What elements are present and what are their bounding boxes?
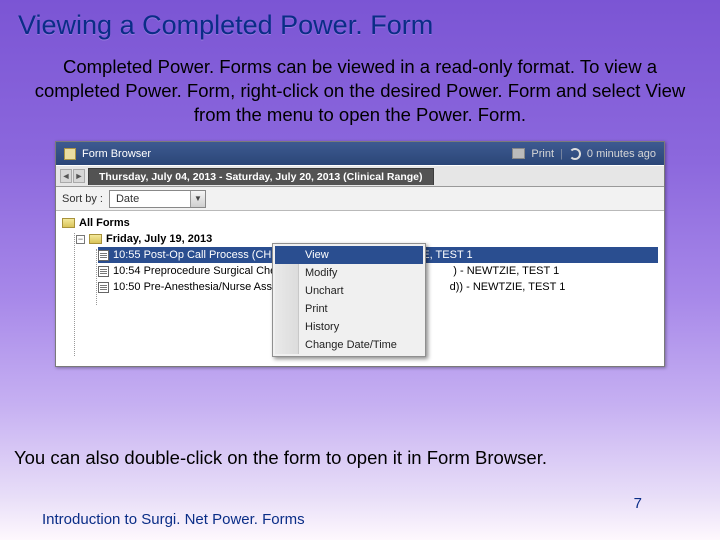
tab-bar: ◄ ► Thursday, July 04, 2013 - Saturday, … bbox=[56, 165, 664, 187]
tree-root[interactable]: All Forms bbox=[62, 215, 658, 231]
form-icon bbox=[98, 250, 109, 261]
window-title: Form Browser bbox=[82, 148, 151, 160]
menu-item-print[interactable]: Print bbox=[275, 300, 423, 318]
form-entry-tail: ) - NEWTZIE, TEST 1 bbox=[453, 265, 559, 277]
form-entry-label: 10:50 Pre-Anesthesia/Nurse Asses bbox=[113, 281, 284, 293]
sort-value: Date bbox=[110, 193, 190, 205]
form-entry-tail: d)) - NEWTZIE, TEST 1 bbox=[450, 281, 566, 293]
menu-item-history[interactable]: History bbox=[275, 318, 423, 336]
root-label: All Forms bbox=[79, 217, 130, 229]
titlebar: Form Browser Print | 0 minutes ago bbox=[56, 142, 664, 165]
bottom-paragraph: You can also double-click on the form to… bbox=[14, 447, 706, 469]
page-title: Viewing a Completed Power. Form bbox=[0, 0, 720, 47]
form-icon bbox=[98, 282, 109, 293]
context-menu: View Modify Unchart Print History Change… bbox=[272, 243, 426, 357]
print-icon[interactable] bbox=[512, 148, 525, 159]
sort-combo[interactable]: Date ▼ bbox=[109, 190, 206, 208]
date-group-label: Friday, July 19, 2013 bbox=[106, 233, 212, 245]
page-number: 7 bbox=[634, 495, 642, 512]
menu-item-unchart[interactable]: Unchart bbox=[275, 282, 423, 300]
sort-bar: Sort by : Date ▼ bbox=[56, 187, 664, 211]
refresh-label[interactable]: 0 minutes ago bbox=[587, 148, 656, 160]
tree-view: All Forms − Friday, July 19, 2013 10:55 … bbox=[56, 211, 664, 366]
chevron-down-icon[interactable]: ▼ bbox=[190, 191, 205, 207]
footer-label: Introduction to Surgi. Net Power. Forms bbox=[42, 511, 305, 528]
intro-paragraph: Completed Power. Forms can be viewed in … bbox=[0, 47, 720, 141]
print-label[interactable]: Print bbox=[531, 148, 554, 160]
tab-scroll-left[interactable]: ◄ bbox=[60, 169, 72, 183]
tab-clinical-range[interactable]: Thursday, July 04, 2013 - Saturday, July… bbox=[88, 168, 434, 185]
collapse-icon[interactable]: − bbox=[76, 235, 85, 244]
form-browser-window: Form Browser Print | 0 minutes ago ◄ ► T… bbox=[55, 141, 665, 367]
form-icon bbox=[98, 266, 109, 277]
menu-item-change-date[interactable]: Change Date/Time bbox=[275, 336, 423, 354]
menu-item-view[interactable]: View bbox=[275, 246, 423, 264]
sort-label: Sort by : bbox=[62, 193, 103, 205]
menu-item-modify[interactable]: Modify bbox=[275, 264, 423, 282]
folder-open-icon bbox=[62, 218, 75, 228]
app-icon bbox=[64, 148, 76, 160]
folder-open-icon bbox=[89, 234, 102, 244]
form-entry-label: 10:54 Preprocedure Surgical Check bbox=[113, 265, 287, 277]
tab-scroll-right[interactable]: ► bbox=[73, 169, 85, 183]
refresh-icon[interactable] bbox=[569, 148, 581, 160]
